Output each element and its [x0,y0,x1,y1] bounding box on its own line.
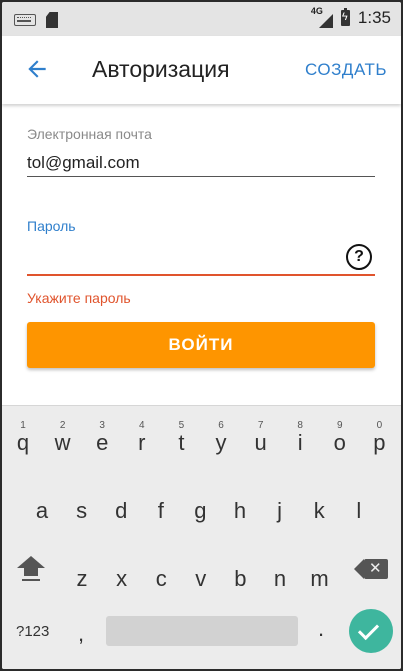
key-z[interactable]: z [64,546,100,594]
keyboard-icon [14,14,36,26]
key-label: e [96,430,109,455]
key-label: f [157,498,164,523]
password-label: Пароль [27,218,76,234]
key-p[interactable]: 0p [361,410,397,458]
comma-key[interactable]: , [78,621,84,647]
key-label: p [373,430,386,455]
password-error-text: Укажите пароль [27,290,131,306]
key-label: t [178,430,185,455]
key-u[interactable]: 7u [243,410,279,458]
key-r[interactable]: 4r [124,410,160,458]
key-b[interactable]: b [222,546,258,594]
soft-keyboard: 1q2w3e4r5t6y7u8i9o0p a s d f g h j k l z x c v b nm ✕… [2,405,401,669]
key-label: d [115,498,128,523]
key-o[interactable]: 9o [322,410,358,458]
key-d[interactable]: d [103,478,139,526]
key-label: x [116,566,128,591]
key-i[interactable]: 8i [282,410,318,458]
backspace-key-icon[interactable]: ✕ [354,559,388,579]
symbols-key[interactable]: ?123 [16,623,49,640]
key-label: i [297,430,303,455]
signal-icon: 4G [311,6,333,28]
key-label: h [233,498,247,523]
key-label: y [215,430,227,455]
password-underline [27,274,375,276]
key-label: j [277,498,283,523]
key-m[interactable]: m [302,546,338,594]
key-label: n [273,566,287,591]
enter-key-check-icon[interactable] [349,609,393,653]
key-k[interactable]: k [301,478,337,526]
key-label: l [356,498,362,523]
key-label: v [195,566,207,591]
key-j[interactable]: j [262,478,298,526]
key-label: z [76,566,88,591]
key-l[interactable]: l [341,478,377,526]
key-w[interactable]: 2w [45,410,81,458]
phone-screen: 4G 1:35 Авторизация СОЗДАТЬ Электронная … [2,2,401,669]
key-v[interactable]: v [183,546,219,594]
status-bar: 4G 1:35 [2,2,401,36]
key-label: k [313,498,325,523]
create-account-button[interactable]: СОЗДАТЬ [305,60,387,80]
help-circle-icon[interactable]: ? [346,244,372,270]
key-label: u [254,430,267,455]
key-e[interactable]: 3e [84,410,120,458]
key-h[interactable]: h [222,478,258,526]
key-f[interactable]: f [143,478,179,526]
key-label: b [234,566,247,591]
shift-key-icon[interactable] [16,556,46,588]
battery-charging-icon [340,8,350,26]
key-label: r [138,430,146,455]
email-field[interactable]: tol@gmail.com [27,153,140,173]
key-s[interactable]: s [64,478,100,526]
key-label: c [155,566,167,591]
space-key[interactable] [106,616,298,646]
key-g[interactable]: g [182,478,218,526]
key-q[interactable]: 1q [5,410,41,458]
key-t[interactable]: 5t [163,410,199,458]
key-y[interactable]: 6y [203,410,239,458]
email-label: Электронная почта [27,126,152,142]
key-label: q [16,430,30,455]
email-underline [27,176,375,177]
period-key[interactable]: . [318,616,324,642]
key-label: o [333,430,346,455]
key-label: g [194,498,207,523]
key-c[interactable]: c [143,546,179,594]
password-field[interactable] [27,246,337,270]
arrow-back-icon[interactable] [24,56,52,84]
key-a[interactable]: a [24,478,60,526]
key-label: a [35,498,49,523]
key-label: s [76,498,88,523]
login-button[interactable]: ВОЙТИ [27,322,375,368]
key-x[interactable]: x [104,546,140,594]
sd-card-icon [46,12,58,28]
clock: 1:35 [357,8,391,27]
key-label: m [310,566,329,591]
key-label: w [54,430,71,455]
key-n[interactable]: n [262,546,298,594]
page-title: Авторизация [92,56,230,82]
app-bar: Авторизация СОЗДАТЬ [2,36,401,104]
